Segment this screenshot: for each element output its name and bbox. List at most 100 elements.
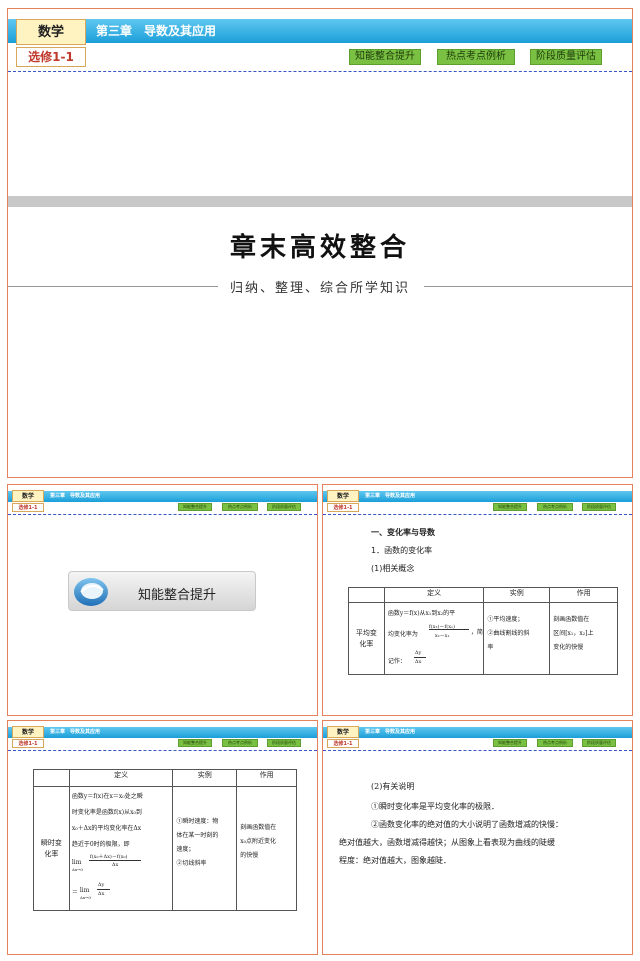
definition-line: 函数y＝f(x)从x₁到x₂的平: [387, 610, 456, 617]
cover-slide[interactable]: 数学 选修1-1 第三章 导数及其应用 知能整合提升 热点考点例析 阶段质量评估…: [7, 8, 633, 478]
subject-label: 数学: [12, 490, 44, 502]
concept-table: 定义 实例 作用 平均变 化率 函数y＝f(x)从x₁到x₂的平 均变化率为 f…: [348, 587, 618, 675]
nav-knowledge-button[interactable]: 知能整合提升: [178, 503, 212, 511]
usage-line: x₀点附近变化: [240, 838, 276, 845]
usage-line: 变化的快慢: [553, 644, 584, 651]
slide-thumbnail-knowledge[interactable]: 数学 选修1-1 第三章 导数及其应用 知能整合提升 热点考点例析 阶段质量评估…: [7, 484, 318, 716]
limit-denominator: Δx: [97, 891, 105, 897]
definition-line: 时变化率是函数f(x)从x₀到: [71, 809, 142, 816]
fraction-bar: [413, 657, 426, 658]
table-header-cell: 实例: [483, 587, 551, 603]
table-header-cell: [33, 769, 70, 787]
table-row-label: 瞬时变 化率: [33, 786, 70, 911]
edition-label: 选修1-1: [12, 739, 44, 748]
nav-knowledge-button[interactable]: 知能整合提升: [349, 49, 421, 65]
limit-subscript: Δx→0: [79, 895, 91, 900]
row-label-line: 化率: [44, 849, 59, 858]
definition-line: ，简: [470, 629, 483, 636]
usage-cell: 刻画函数值在 区间[x₁，x₂]上 变化的快慢: [549, 602, 618, 675]
limit-denominator: Δx: [111, 862, 119, 868]
row-label-line: 化率: [359, 639, 374, 648]
definition-cell: 函数y＝f(x)在x＝x₀处之瞬 时变化率是函数f(x)从x₀到 x₀＋Δx的平…: [68, 786, 174, 911]
chapter-title: 第三章 导数及其应用: [50, 729, 101, 735]
formula-denominator: x₂－x₁: [434, 633, 450, 639]
example-line: ②切线斜率: [176, 860, 207, 867]
nav-knowledge-button[interactable]: 知能整合提升: [493, 503, 527, 511]
nav-assessment-button[interactable]: 阶段质量评估: [267, 739, 301, 747]
definition-line: x₀＋Δx的平均变化率在Δx: [71, 825, 142, 832]
table-header-cell: 作用: [549, 587, 618, 603]
nav-hotspot-button[interactable]: 热点考点例析: [222, 739, 258, 747]
slide-thumbnail-instantaneous-rate[interactable]: 数学 选修1-1 第三章 导数及其应用 知能整合提升 热点考点例析 阶段质量评估…: [7, 720, 318, 955]
page-title: 章末高效整合: [229, 233, 410, 263]
definition-line: 函数y＝f(x)在x＝x₀处之瞬: [71, 793, 143, 800]
example-line: 率: [487, 644, 494, 651]
notes-heading: (2)有关说明: [371, 782, 415, 791]
chapter-title: 第三章 导数及其应用: [365, 493, 416, 499]
nav-hotspot-button[interactable]: 热点考点例析: [537, 739, 573, 747]
table-header-cell: 定义: [383, 587, 485, 603]
section-badge-label: 知能整合提升: [138, 588, 217, 603]
fraction-bar: [96, 889, 110, 890]
header-divider: [8, 750, 317, 751]
nav-hotspot-button[interactable]: 热点考点例析: [537, 503, 573, 511]
definition-line: 趋近于0时的极限，即: [71, 841, 130, 848]
header-divider: [323, 514, 632, 515]
notes-paragraph: 绝对值越大，函数增减得越快；从图象上看表现为曲线的陡缓: [339, 838, 555, 847]
usage-line: 区间[x₁，x₂]上: [553, 630, 594, 637]
usage-line: 刻画函数值在: [240, 824, 277, 831]
chapter-title: 第三章 导数及其应用: [96, 24, 217, 38]
edition-label: 选修1-1: [327, 739, 359, 748]
limit-label: lim: [79, 887, 90, 894]
concept-table: 定义 实例 作用 瞬时变 化率 函数y＝f(x)在x＝x₀处之瞬 时变化率是函数…: [33, 769, 297, 911]
limit-subscript: Δx→0: [71, 867, 83, 872]
header-divider: [8, 71, 632, 72]
short-numerator: Δy: [414, 650, 422, 656]
fraction-bar: [428, 629, 469, 630]
example-line: 速度；: [176, 846, 195, 853]
usage-line: 的快慢: [240, 852, 259, 859]
example-line: ①平均速度；: [487, 616, 524, 623]
notes-paragraph: ②函数变化率的绝对值的大小说明了函数增减的快慢：: [371, 820, 563, 829]
equals-sign: ＝: [71, 889, 78, 896]
notes-paragraph: 程度：绝对值越大，图象越陡．: [339, 856, 451, 865]
short-denominator: Δx: [414, 659, 422, 665]
notes-paragraph: ①瞬时变化率是平均变化率的极限．: [371, 802, 499, 811]
subsection-heading: (1)相关概念: [371, 564, 415, 573]
table-header-cell: [348, 587, 385, 603]
title-gray-bar: [8, 196, 632, 207]
limit-numerator: f(x₀＋Δx)－f(x₀): [89, 854, 128, 860]
subject-label: 数学: [16, 19, 86, 45]
nav-assessment-button[interactable]: 阶段质量评估: [530, 49, 602, 65]
usage-line: 刻画函数值在: [553, 616, 590, 623]
table-header-cell: 实例: [172, 769, 238, 787]
table-header-cell: 定义: [68, 769, 174, 787]
nav-assessment-button[interactable]: 阶段质量评估: [582, 503, 616, 511]
header-divider: [8, 514, 317, 515]
slide-thumbnail-notes[interactable]: 数学 选修1-1 第三章 导数及其应用 知能整合提升 热点考点例析 阶段质量评估…: [322, 720, 633, 955]
nav-hotspot-button[interactable]: 热点考点例析: [222, 503, 258, 511]
example-line: 体在某一时刻的: [176, 832, 219, 839]
edition-label: 选修1-1: [327, 503, 359, 512]
page-subtitle: 归纳、整理、综合所学知识: [229, 281, 410, 296]
table-header-cell: 作用: [236, 769, 297, 787]
nav-knowledge-button[interactable]: 知能整合提升: [493, 739, 527, 747]
example-cell: ①平均速度； ②曲线割线的斜 率: [483, 602, 551, 675]
nav-assessment-button[interactable]: 阶段质量评估: [582, 739, 616, 747]
example-line: ①瞬时速度：物: [176, 818, 219, 825]
row-label-line: 瞬时变: [40, 838, 62, 847]
example-line: ②曲线割线的斜: [487, 630, 530, 637]
definition-cell: 函数y＝f(x)从x₁到x₂的平 均变化率为 f(x₂)－f(x₁) x₂－x₁…: [383, 602, 485, 675]
nav-knowledge-button[interactable]: 知能整合提升: [178, 739, 212, 747]
slide-thumbnail-average-rate[interactable]: 数学 选修1-1 第三章 导数及其应用 知能整合提升 热点考点例析 阶段质量评估…: [322, 484, 633, 716]
header-divider: [323, 750, 632, 751]
edition-label: 选修1-1: [16, 47, 86, 67]
edition-label: 选修1-1: [12, 503, 44, 512]
definition-line: 均变化率为: [387, 631, 418, 638]
fraction-bar: [88, 860, 141, 861]
mouse-icon: [74, 578, 108, 606]
nav-assessment-button[interactable]: 阶段质量评估: [267, 503, 301, 511]
subsection-heading: 1．函数的变化率: [371, 546, 433, 555]
nav-hotspot-button[interactable]: 热点考点例析: [437, 49, 515, 65]
subject-label: 数学: [327, 490, 359, 502]
